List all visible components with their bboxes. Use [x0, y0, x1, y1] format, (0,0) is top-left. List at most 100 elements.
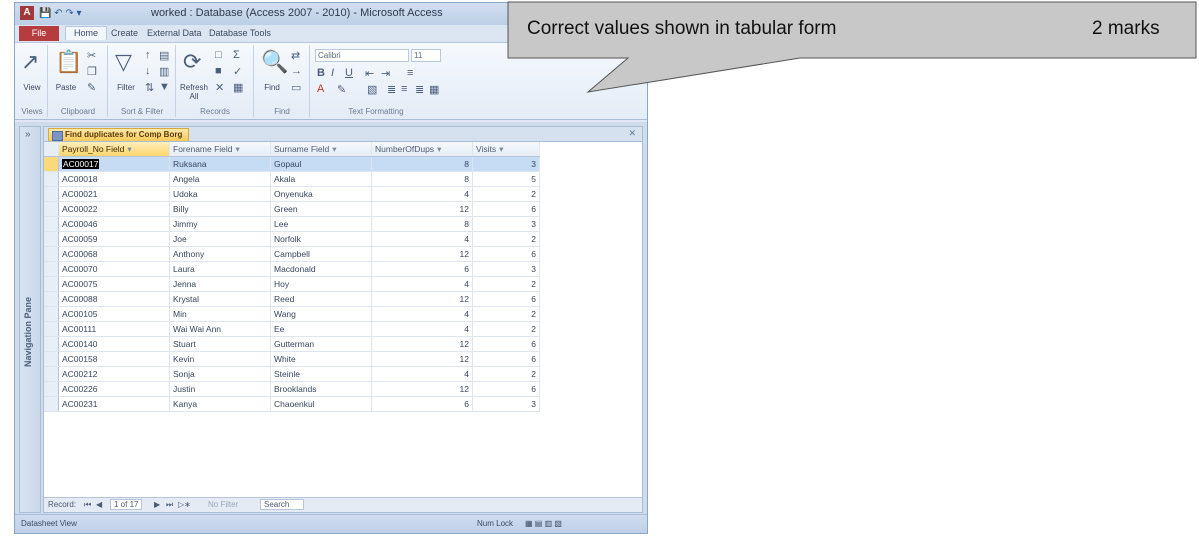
- table-cell[interactable]: Min: [169, 306, 271, 322]
- replace-icon[interactable]: ⇄: [291, 49, 300, 62]
- save-record-icon[interactable]: ■: [215, 65, 222, 77]
- table-cell[interactable]: 6: [371, 396, 473, 412]
- table-cell[interactable]: Jimmy: [169, 216, 271, 232]
- table-cell[interactable]: 3: [472, 216, 540, 232]
- navigation-pane[interactable]: » Navigation Pane: [19, 126, 41, 513]
- record-selector[interactable]: [44, 216, 59, 232]
- view-icon[interactable]: ↗: [21, 49, 39, 75]
- table-row[interactable]: AC00018 Angela Akala 8 5: [44, 171, 540, 187]
- advanced-icon[interactable]: ▥: [159, 65, 169, 78]
- table-row[interactable]: AC00017 Ruksana Gopaul 8 3: [44, 156, 540, 172]
- select-icon[interactable]: ▭: [291, 81, 301, 94]
- copy-icon[interactable]: ❐: [87, 65, 97, 78]
- table-cell[interactable]: Gutterman: [270, 336, 372, 352]
- column-header-forename[interactable]: Forename Field ▾: [169, 142, 271, 157]
- tab-file[interactable]: File: [19, 26, 59, 41]
- italic-icon[interactable]: I: [331, 67, 334, 79]
- record-selector[interactable]: [44, 291, 59, 307]
- sort-ascending-icon[interactable]: ↑: [145, 49, 151, 61]
- table-row[interactable]: AC00068 Anthony Campbell 12 6: [44, 246, 540, 262]
- increase-indent-icon[interactable]: ⇥: [381, 67, 390, 80]
- table-cell[interactable]: Kanya: [169, 396, 271, 412]
- find-icon[interactable]: 🔍: [261, 49, 288, 75]
- table-cell[interactable]: AC00111: [58, 321, 170, 337]
- filter-button[interactable]: Filter: [113, 83, 139, 92]
- table-row[interactable]: AC00212 Sonja Steinle 4 2: [44, 366, 540, 382]
- table-cell[interactable]: Wang: [270, 306, 372, 322]
- record-selector[interactable]: [44, 246, 59, 262]
- table-cell[interactable]: Lee: [270, 216, 372, 232]
- table-cell[interactable]: AC00158: [58, 351, 170, 367]
- table-cell[interactable]: 8: [371, 156, 473, 172]
- table-cell[interactable]: 4: [371, 366, 473, 382]
- table-cell[interactable]: Krystal: [169, 291, 271, 307]
- record-selector[interactable]: [44, 366, 59, 382]
- record-selector[interactable]: [44, 186, 59, 202]
- delete-record-icon[interactable]: ✕: [215, 81, 224, 94]
- new-record-icon[interactable]: □: [215, 49, 222, 61]
- dropdown-arrow-icon[interactable]: ▾: [332, 144, 336, 154]
- table-cell[interactable]: 4: [371, 321, 473, 337]
- filter-icon[interactable]: ▽: [115, 49, 132, 75]
- refresh-all-button[interactable]: Refresh All: [177, 83, 211, 101]
- table-cell[interactable]: 4: [371, 231, 473, 247]
- table-cell[interactable]: 6: [371, 261, 473, 277]
- column-header-payroll[interactable]: Payroll_No Field ▾: [58, 142, 170, 157]
- table-row[interactable]: AC00105 Min Wang 4 2: [44, 306, 540, 322]
- table-cell[interactable]: Akala: [270, 171, 372, 187]
- table-cell[interactable]: 2: [472, 321, 540, 337]
- remove-sort-icon[interactable]: ⇅: [145, 81, 154, 94]
- column-header-visits[interactable]: Visits ▾: [472, 142, 540, 157]
- record-selector[interactable]: [44, 261, 59, 277]
- table-cell[interactable]: Sonja: [169, 366, 271, 382]
- table-cell[interactable]: Anthony: [169, 246, 271, 262]
- column-header-surname[interactable]: Surname Field ▾: [270, 142, 372, 157]
- bullets-icon[interactable]: ≡: [407, 67, 413, 79]
- table-cell[interactable]: AC00226: [58, 381, 170, 397]
- table-cell[interactable]: Gopaul: [270, 156, 372, 172]
- record-selector[interactable]: [44, 276, 59, 292]
- first-record-icon[interactable]: ⏮: [84, 500, 91, 510]
- table-cell[interactable]: AC00140: [58, 336, 170, 352]
- table-cell[interactable]: 2: [472, 366, 540, 382]
- record-selector[interactable]: [44, 336, 59, 352]
- table-cell[interactable]: 12: [371, 291, 473, 307]
- table-cell[interactable]: 5: [472, 171, 540, 187]
- query-tab[interactable]: Find duplicates for Comp Borg: [48, 128, 190, 141]
- table-cell[interactable]: Steinle: [270, 366, 372, 382]
- table-cell[interactable]: Justin: [169, 381, 271, 397]
- table-row[interactable]: AC00070 Laura Macdonald 6 3: [44, 261, 540, 277]
- table-row[interactable]: AC00021 Udoka Onyenuka 4 2: [44, 186, 540, 202]
- underline-icon[interactable]: U: [345, 67, 353, 79]
- expand-chevron-icon[interactable]: »: [25, 129, 31, 140]
- table-row[interactable]: AC00022 Billy Green 12 6: [44, 201, 540, 217]
- view-button[interactable]: View: [19, 83, 45, 92]
- font-color-icon[interactable]: A: [317, 83, 324, 95]
- table-cell[interactable]: 12: [371, 336, 473, 352]
- table-row[interactable]: AC00111 Wai Wai Ann Ee 4 2: [44, 321, 540, 337]
- align-left-icon[interactable]: ≣: [387, 83, 396, 96]
- dropdown-arrow-icon[interactable]: ▾: [236, 144, 240, 154]
- bold-icon[interactable]: B: [317, 67, 325, 79]
- table-cell[interactable]: 12: [371, 351, 473, 367]
- table-cell[interactable]: AC00075: [58, 276, 170, 292]
- tab-create[interactable]: Create: [111, 28, 138, 38]
- table-cell[interactable]: 3: [472, 261, 540, 277]
- table-cell[interactable]: Green: [270, 201, 372, 217]
- align-center-icon[interactable]: ≡: [401, 83, 407, 95]
- record-selector[interactable]: [44, 306, 59, 322]
- quick-access-toolbar[interactable]: 💾 ↶ ↷ ▾: [39, 8, 82, 19]
- select-all-cell[interactable]: [44, 142, 59, 157]
- table-cell[interactable]: AC00088: [58, 291, 170, 307]
- table-cell[interactable]: Reed: [270, 291, 372, 307]
- table-cell[interactable]: AC00021: [58, 186, 170, 202]
- go-to-icon[interactable]: →: [291, 65, 302, 77]
- table-cell[interactable]: AC00212: [58, 366, 170, 382]
- table-cell[interactable]: 4: [371, 276, 473, 292]
- dropdown-arrow-icon[interactable]: ▾: [127, 144, 131, 154]
- table-cell[interactable]: Ee: [270, 321, 372, 337]
- find-button[interactable]: Find: [257, 83, 287, 92]
- table-cell[interactable]: 6: [472, 381, 540, 397]
- refresh-icon[interactable]: ⟳: [183, 49, 201, 75]
- table-cell[interactable]: AC00046: [58, 216, 170, 232]
